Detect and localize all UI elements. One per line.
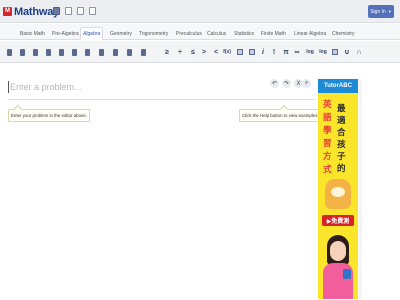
tab-linear-algebra[interactable]: Linear Algebra xyxy=(292,27,328,40)
matrix-icon xyxy=(237,49,243,55)
symbol-toolbar: ≥ ÷ ≤ > < f(x) i ! π ∞ log log ∪ ∩ xyxy=(0,41,400,63)
problem-placeholder: Enter a problem... xyxy=(10,82,82,92)
ad-char: 適 xyxy=(337,116,346,126)
tab-algebra[interactable]: Algebra xyxy=(80,27,104,40)
log-template-button[interactable] xyxy=(330,41,340,63)
girl-badge xyxy=(343,269,351,279)
sign-in-button[interactable]: Sign In ▼ xyxy=(368,5,394,18)
infinity-symbol-button[interactable]: ∞ xyxy=(292,41,302,63)
logo-mark: M xyxy=(3,7,12,16)
view-switcher xyxy=(53,7,96,15)
ad-char: 方 xyxy=(323,152,332,162)
editor-controls: ↶ ↷ X xyxy=(270,79,303,89)
intersection-symbol-button[interactable]: ∩ xyxy=(354,41,364,63)
subscript-icon xyxy=(32,48,38,56)
sum-template-icon xyxy=(140,48,146,56)
log-base-symbol-button[interactable]: log xyxy=(317,41,329,63)
function-symbol-button[interactable]: f(x) xyxy=(221,41,233,63)
search-icon[interactable]: ⌕ xyxy=(302,79,311,88)
brace-button[interactable] xyxy=(124,41,134,63)
nth-root-symbol-button[interactable] xyxy=(56,41,66,63)
dot-symbol-button[interactable]: ≤ xyxy=(188,41,198,63)
mathway-logo[interactable]: M Mathway xyxy=(3,5,59,18)
tab-pre-algebra[interactable]: Pre-Algebra xyxy=(50,27,81,40)
editor-underline xyxy=(8,99,316,100)
tab-chemistry[interactable]: Chemistry xyxy=(330,27,357,40)
pi-symbol-button[interactable]: π xyxy=(281,41,291,63)
ad-char: 子 xyxy=(337,152,346,162)
fraction-symbol-button[interactable] xyxy=(4,41,14,63)
ad-edge xyxy=(359,79,362,299)
imaginary-symbol-button[interactable]: i xyxy=(259,41,267,63)
ad-char: 習 xyxy=(323,139,332,149)
sum-template-button[interactable] xyxy=(138,41,148,63)
ad-char: 式 xyxy=(323,165,332,175)
divide-symbol-button[interactable]: ÷ xyxy=(175,41,185,63)
fraction-icon xyxy=(6,48,12,56)
ad-brand: TutorABC xyxy=(318,79,358,93)
ad-char: 的 xyxy=(337,164,346,174)
ad-headline: 英 語 學 習 方 式 最 適 合 孩 子 的 xyxy=(323,98,353,175)
parentheses-icon xyxy=(98,48,104,56)
lt-symbol-button[interactable]: < xyxy=(211,41,221,63)
chevron-down-icon: ▼ xyxy=(387,9,392,14)
matrix-2-icon xyxy=(249,49,255,55)
tab-precalculus[interactable]: Precalculus xyxy=(174,27,204,40)
exponent-icon xyxy=(19,48,25,56)
tab-basic-math[interactable]: Basic Math xyxy=(18,27,47,40)
calculator-icon[interactable] xyxy=(53,7,60,15)
ad-mascot-image xyxy=(325,179,351,209)
sqrt-symbol-button[interactable] xyxy=(43,41,53,63)
subscript-symbol-button[interactable] xyxy=(30,41,40,63)
ad-char: 孩 xyxy=(337,140,346,150)
ad-cta-button[interactable]: ▶免費測 xyxy=(322,215,354,226)
tab-geometry[interactable]: Geometry xyxy=(108,27,134,40)
ad-girl-image xyxy=(320,227,356,299)
brace-icon xyxy=(126,48,132,56)
mixed-fraction-button[interactable] xyxy=(69,41,79,63)
ad-char: 學 xyxy=(323,126,332,136)
absolute-value-button[interactable] xyxy=(82,41,92,63)
list-icon[interactable] xyxy=(77,7,84,15)
absolute-value-icon xyxy=(84,48,90,56)
subject-tabs: Basic Math Pre-Algebra Algebra Geometry … xyxy=(0,24,400,40)
matrix-2-button[interactable] xyxy=(247,41,257,63)
ad-char: 語 xyxy=(323,113,332,123)
tab-calculus[interactable]: Calculus xyxy=(205,27,228,40)
mixed-fraction-icon xyxy=(71,48,77,56)
exponent-symbol-button[interactable] xyxy=(17,41,27,63)
girl-face xyxy=(330,241,346,261)
bracket-icon xyxy=(112,48,118,56)
help-controls: ⌕ xyxy=(302,79,311,89)
tab-trigonometry[interactable]: Trigonometry xyxy=(137,27,170,40)
help-tip: Click the Help button to view examples. xyxy=(239,109,322,122)
sqrt-icon xyxy=(45,48,51,56)
log-template-icon xyxy=(332,49,338,55)
ad-char: 合 xyxy=(337,128,346,138)
editor-tip: Enter your problem in the editor above. xyxy=(8,109,90,122)
ad-char: 英 xyxy=(323,100,332,110)
text-cursor xyxy=(8,81,9,93)
matrix-button[interactable] xyxy=(235,41,245,63)
undo-icon[interactable]: ↶ xyxy=(270,79,279,88)
sign-in-label: Sign In xyxy=(370,8,386,15)
bracket-button[interactable] xyxy=(110,41,120,63)
tab-statistics[interactable]: Statistics xyxy=(232,27,256,40)
grid-icon[interactable] xyxy=(65,7,72,15)
nth-root-icon xyxy=(58,48,64,56)
gt-symbol-button[interactable]: > xyxy=(199,41,209,63)
top-bar: M Mathway Sign In ▼ xyxy=(0,0,400,23)
problem-input[interactable]: Enter a problem... xyxy=(8,80,208,94)
redo-icon[interactable]: ↷ xyxy=(282,79,291,88)
parentheses-button[interactable] xyxy=(96,41,106,63)
ad-char: 最 xyxy=(337,104,346,114)
keyboard-icon[interactable] xyxy=(89,7,96,15)
factorial-symbol-button[interactable]: ! xyxy=(270,41,278,63)
log-symbol-button[interactable]: log xyxy=(304,41,316,63)
ge-symbol-button[interactable]: ≥ xyxy=(162,41,172,63)
union-symbol-button[interactable]: ∪ xyxy=(342,41,352,63)
tab-finite-math[interactable]: Finite Math xyxy=(259,27,288,40)
advertisement[interactable]: TutorABC 英 語 學 習 方 式 最 適 合 孩 子 的 ▶免費測 xyxy=(318,79,358,299)
